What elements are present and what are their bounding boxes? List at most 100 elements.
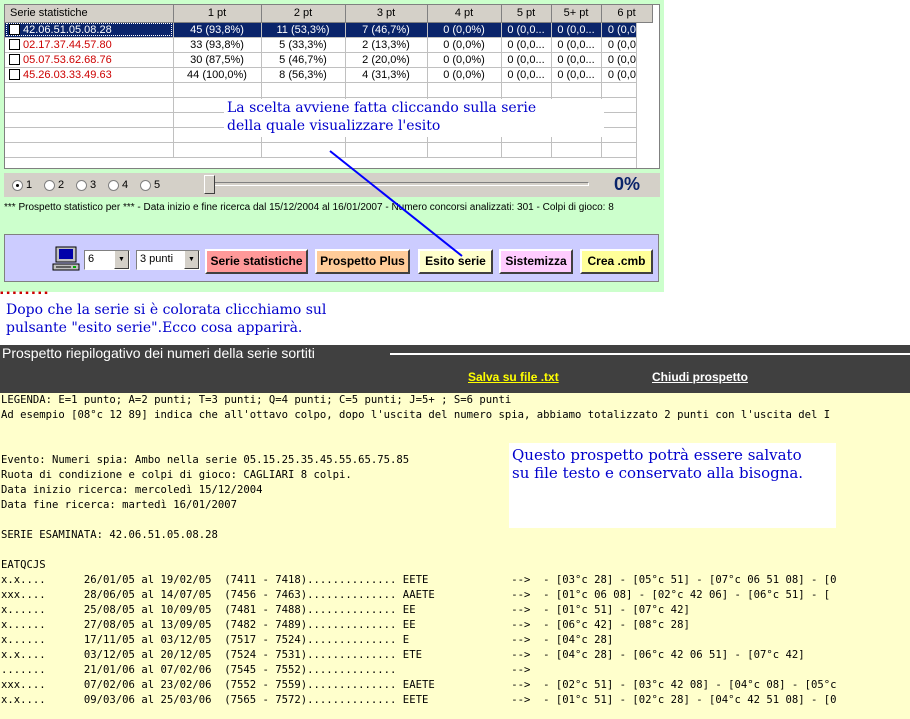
series-grid: Serie statistiche 1 pt 2 pt 3 pt 4 pt 5 … [4, 4, 660, 169]
cell-5pt: 0 (0,0... [501, 52, 552, 68]
col-header-5plus-pt[interactable]: 5+ pt [551, 5, 602, 23]
radio-dot[interactable] [44, 179, 55, 191]
radio-label: 2 [58, 179, 65, 191]
punti-combo-value: 3 punti [140, 253, 174, 265]
callout-line: pulsante "esito serie".Ecco cosa apparir… [6, 320, 303, 336]
series-checkbox[interactable] [9, 23, 20, 35]
chevron-down-icon[interactable]: ▼ [184, 251, 199, 269]
serie-statistiche-button[interactable]: Serie statistiche [205, 249, 308, 274]
cell-3pt: 2 (13,3%) [345, 37, 428, 53]
series-cell[interactable]: 45.26.03.33.49.63 [5, 67, 174, 83]
series-row[interactable]: 02.17.37.44.57.80 33 (93,8%) 5 (33,3%) 2… [5, 37, 653, 53]
cell-5pt: 0 (0,0... [501, 67, 552, 83]
panel-title: Prospetto riepilogativo dei numeri della… [2, 345, 315, 361]
series-row[interactable]: 05.07.53.62.68.76 30 (87,5%) 5 (46,7%) 2… [5, 52, 653, 68]
series-checkbox[interactable] [9, 53, 20, 65]
report-line [1, 543, 910, 558]
close-panel-link[interactable]: Chiudi prospetto [652, 370, 748, 384]
radio-colpo-3[interactable]: 3 [76, 179, 96, 191]
progress-slider-thumb[interactable] [204, 175, 215, 194]
series-row[interactable]: 42.06.51.05.08.28 45 (93,8%) 11 (53,3%) … [5, 22, 653, 38]
computer-icon[interactable] [51, 246, 81, 274]
radio-dot[interactable] [140, 179, 151, 191]
report-line: SERIE ESAMINATA: 42.06.51.05.08.28 [1, 529, 218, 541]
cell-5pt: 0 (0,0... [501, 37, 552, 53]
save-txt-link[interactable]: Salva su file .txt [468, 370, 559, 384]
colpi-selector-bar: 1 2 3 4 5 0% [4, 173, 660, 197]
report-line: x...... 17/11/05 al 03/12/05 (7517 - 752… [1, 634, 614, 646]
empty-row [5, 82, 653, 98]
report-line: x.x.... 09/03/06 al 25/03/06 (7565 - 757… [1, 694, 837, 706]
cell-5plus-pt: 0 (0,0... [551, 67, 602, 83]
series-checkbox[interactable] [9, 38, 20, 50]
callout-esito: Dopo che la serie si è colorata clicchia… [6, 301, 396, 339]
callout-scelta: La scelta avviene fatta cliccando sulla … [224, 99, 604, 137]
radio-dot[interactable] [76, 179, 87, 191]
crea-cmb-button[interactable]: Crea .cmb [580, 249, 653, 274]
progress-percent: 0% [613, 174, 640, 194]
col-header-3pt[interactable]: 3 pt [345, 5, 428, 23]
cell-2pt: 5 (46,7%) [261, 52, 346, 68]
callout-line: della quale visualizzare l'esito [227, 118, 441, 134]
prospetto-plus-button[interactable]: Prospetto Plus [315, 249, 410, 274]
punti-combo[interactable]: 3 punti ▼ [136, 250, 200, 270]
cell-1pt: 30 (87,5%) [173, 52, 262, 68]
series-checkbox[interactable] [9, 68, 20, 80]
cell-3pt: 7 (46,7%) [345, 22, 428, 38]
cell-4pt: 0 (0,0%) [427, 67, 502, 83]
title-rule [390, 353, 910, 355]
report-line: x.x.... 26/01/05 al 19/02/05 (7411 - 741… [1, 574, 837, 586]
radio-colpo-4[interactable]: 4 [108, 179, 128, 191]
col-header-5pt[interactable]: 5 pt [501, 5, 552, 23]
cell-2pt: 8 (56,3%) [261, 67, 346, 83]
panel-title-bar: Prospetto riepilogativo dei numeri della… [0, 345, 910, 362]
callout-salvataggio: Questo prospetto potrà essere salvato su… [509, 443, 836, 528]
report-line: Ad esempio [08°c 12 89] indica che all'o… [1, 409, 831, 421]
series-cell[interactable]: 05.07.53.62.68.76 [5, 52, 174, 68]
report-line: x...... 27/08/05 al 13/09/05 (7482 - 748… [1, 619, 690, 631]
colpi-combo[interactable]: 6 ▼ [84, 250, 130, 270]
cell-4pt: 0 (0,0%) [427, 22, 502, 38]
radio-label: 1 [26, 179, 33, 191]
sistemizza-button[interactable]: Sistemizza [499, 249, 573, 274]
cell-3pt: 2 (20,0%) [345, 52, 428, 68]
report-text-area: LEGENDA: E=1 punto; A=2 punti; T=3 punti… [0, 393, 910, 719]
series-row[interactable]: 45.26.03.33.49.63 44 (100,0%) 8 (56,3%) … [5, 67, 653, 83]
cell-5plus-pt: 0 (0,0... [551, 52, 602, 68]
cell-4pt: 0 (0,0%) [427, 52, 502, 68]
progress-slider-track[interactable] [209, 182, 589, 186]
radio-dot[interactable] [108, 179, 119, 191]
col-header-serie[interactable]: Serie statistiche [5, 5, 174, 23]
radio-label: 4 [122, 179, 129, 191]
report-line [1, 423, 910, 438]
report-line: LEGENDA: E=1 punto; A=2 punti; T=3 punti… [1, 394, 512, 406]
col-header-4pt[interactable]: 4 pt [427, 5, 502, 23]
radio-dot[interactable] [12, 179, 23, 191]
radio-colpo-2[interactable]: 2 [44, 179, 64, 191]
truncated-red-text: ▪ ▪ ▪ ▪ ▪ ▪ ▪ ▪ [0, 291, 48, 297]
cell-5plus-pt: 0 (0,0... [551, 37, 602, 53]
callout-line: Questo prospetto potrà essere salvato [512, 446, 802, 464]
radio-label: 3 [90, 179, 97, 191]
chevron-down-icon[interactable]: ▼ [114, 251, 129, 269]
radio-colpo-1[interactable]: 1 [12, 179, 32, 191]
series-numbers: 05.07.53.62.68.76 [23, 53, 112, 66]
radio-colpo-5[interactable]: 5 [140, 179, 160, 191]
button-toolbar: 6 ▼ 3 punti ▼ Serie statistiche Prospett… [4, 234, 659, 282]
cell-1pt: 45 (93,8%) [173, 22, 262, 38]
cell-1pt: 33 (93,8%) [173, 37, 262, 53]
statistics-window: Serie statistiche 1 pt 2 pt 3 pt 4 pt 5 … [0, 0, 664, 292]
report-line: ....... 21/01/06 al 07/02/06 (7545 - 755… [1, 664, 531, 676]
cell-2pt: 11 (53,3%) [261, 22, 346, 38]
report-line: EATQCJS [1, 559, 46, 571]
cell-5pt: 0 (0,0... [501, 22, 552, 38]
col-header-6pt[interactable]: 6 pt [601, 5, 653, 23]
report-line: xxx.... 28/06/05 al 14/07/05 (7456 - 746… [1, 589, 831, 601]
radio-label: 5 [154, 179, 161, 191]
esito-serie-button[interactable]: Esito serie [418, 249, 493, 274]
col-header-1pt[interactable]: 1 pt [173, 5, 262, 23]
grid-filler [636, 23, 659, 168]
series-cell[interactable]: 42.06.51.05.08.28 [5, 22, 174, 38]
col-header-2pt[interactable]: 2 pt [261, 5, 346, 23]
series-cell[interactable]: 02.17.37.44.57.80 [5, 37, 174, 53]
